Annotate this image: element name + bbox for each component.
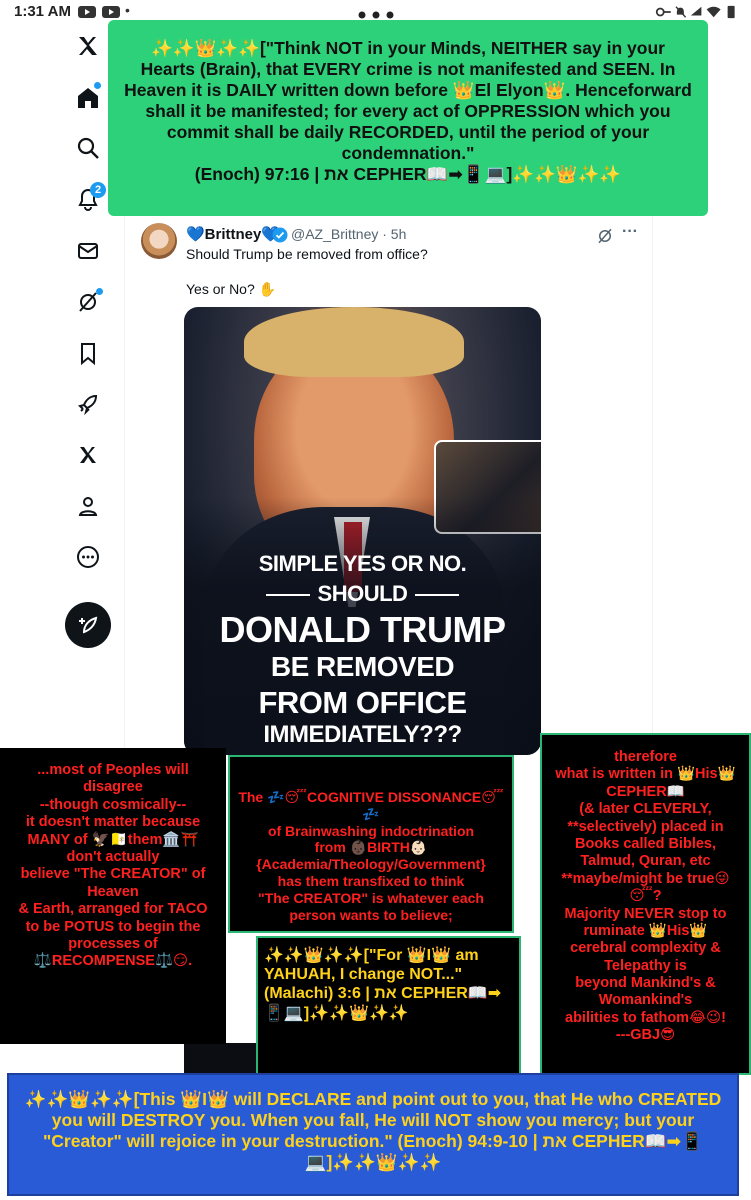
image-dark-strip	[184, 1043, 256, 1077]
overlay-right-note: therefore what is written in 👑His👑 CEPHE…	[540, 733, 751, 1075]
verified-badge-icon	[272, 227, 288, 243]
x-logo-icon[interactable]	[66, 24, 110, 68]
grok-icon[interactable]	[66, 280, 110, 324]
tweet-author-name[interactable]: 💙Brittney💙	[186, 225, 280, 243]
compose-post-icon	[79, 616, 98, 634]
more-icon[interactable]	[66, 535, 110, 579]
image-text-line6: IMMEDIATELY???	[263, 721, 462, 748]
x-premium-icon[interactable]	[66, 433, 110, 477]
search-icon[interactable]	[66, 126, 110, 170]
divider-right	[415, 594, 460, 597]
tweet-image[interactable]: SIMPLE YES OR NO. SHOULD DONALD TRUMP BE…	[184, 307, 541, 755]
grok-tweet-icon[interactable]	[596, 227, 614, 245]
tweet-text-line2: Yes or No? ✋	[186, 281, 277, 297]
messages-icon[interactable]	[66, 229, 110, 273]
rocket-icon[interactable]	[66, 382, 110, 426]
overlay-left-note: ...most of Peoples will disagree --thoug…	[0, 748, 226, 1044]
image-text-line5: FROM OFFICE	[258, 685, 467, 720]
image-text-line2: SHOULD	[184, 581, 541, 607]
notification-badge: 2	[90, 182, 106, 198]
tweet-text-line1: Should Trump be removed from office?	[186, 246, 428, 262]
home-new-dot	[94, 82, 101, 89]
overlay-quote-bottom: ✨✨👑✨✨[This 👑I👑 will DECLARE and point ou…	[7, 1073, 739, 1196]
compose-post-button[interactable]	[65, 602, 111, 648]
youtube-notification-icons	[78, 6, 120, 18]
image-text-should: SHOULD	[317, 581, 408, 606]
avatar[interactable]	[141, 223, 177, 259]
notifications-icon[interactable]: 2	[66, 178, 110, 222]
profile-icon[interactable]	[66, 484, 110, 528]
grok-new-dot	[96, 288, 103, 295]
status-dot-icon: •	[125, 2, 130, 18]
tweet-handle-time[interactable]: @AZ_Brittney · 5h	[291, 226, 406, 242]
home-icon[interactable]	[66, 76, 110, 120]
bookmarks-icon[interactable]	[66, 331, 110, 375]
divider-left	[265, 594, 310, 597]
status-system-icons	[655, 5, 735, 19]
overlay-quote-top: ✨✨👑✨✨["Think NOT in your Minds, NEITHER …	[108, 20, 708, 216]
image-text-line3: DONALD TRUMP	[219, 609, 506, 650]
status-time: 1:31 AM	[14, 3, 71, 20]
image-text-line1: SIMPLE YES OR NO.	[258, 551, 467, 576]
overlay-middle-note: The 💤😴COGNITIVE DISSONANCE😴💤 of Brainwas…	[228, 755, 514, 933]
image-text-line4: BE REMOVED	[270, 651, 455, 682]
portrait-hair	[244, 307, 464, 377]
tweet-more-icon[interactable]: ···	[622, 223, 638, 241]
overlay-malachi-quote: ✨✨👑✨✨["For 👑I👑 am YAHUAH, I change NOT..…	[256, 936, 521, 1082]
